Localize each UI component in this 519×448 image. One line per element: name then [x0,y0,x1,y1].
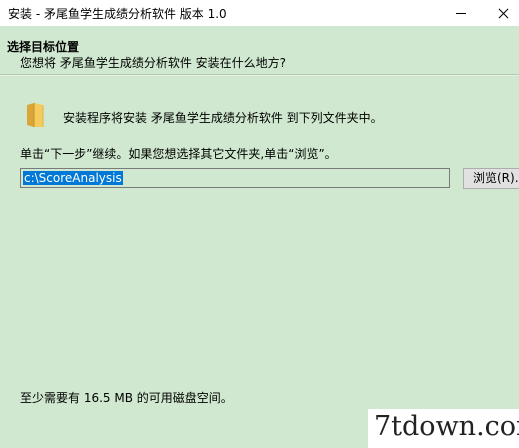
minimize-button[interactable] [446,0,476,26]
install-location-text: 安装程序将安装 矛尾鱼学生成绩分析软件 到下列文件夹中。 [63,111,383,125]
page-title: 选择目标位置 [7,40,80,54]
browse-button[interactable]: 浏览(R)... [463,168,519,189]
close-icon [499,8,509,18]
install-path-input[interactable]: c:\ScoreAnalysis [20,168,450,188]
folder-icon [24,101,46,129]
minimize-icon [456,12,466,14]
page-subtitle: 您想将 矛尾鱼学生成绩分析软件 安装在什么地方? [20,56,286,70]
window-title: 安装 - 矛尾鱼学生成绩分析软件 版本 1.0 [8,7,227,21]
watermark: 7tdown.com [368,409,519,448]
header-divider [0,74,519,76]
disk-space-text: 至少需要有 16.5 MB 的可用磁盘空间。 [20,391,233,405]
instruction-text: 单击“下一步”继续。如果您想选择其它文件夹,单击“浏览”。 [20,147,337,161]
wizard-header: 选择目标位置 您想将 矛尾鱼学生成绩分析软件 安装在什么地方? [0,26,519,70]
install-path-value: c:\ScoreAnalysis [23,171,123,185]
title-bar: 安装 - 矛尾鱼学生成绩分析软件 版本 1.0 [0,0,519,26]
watermark-text: 7tdown.com [374,411,519,442]
close-button[interactable] [489,0,519,26]
